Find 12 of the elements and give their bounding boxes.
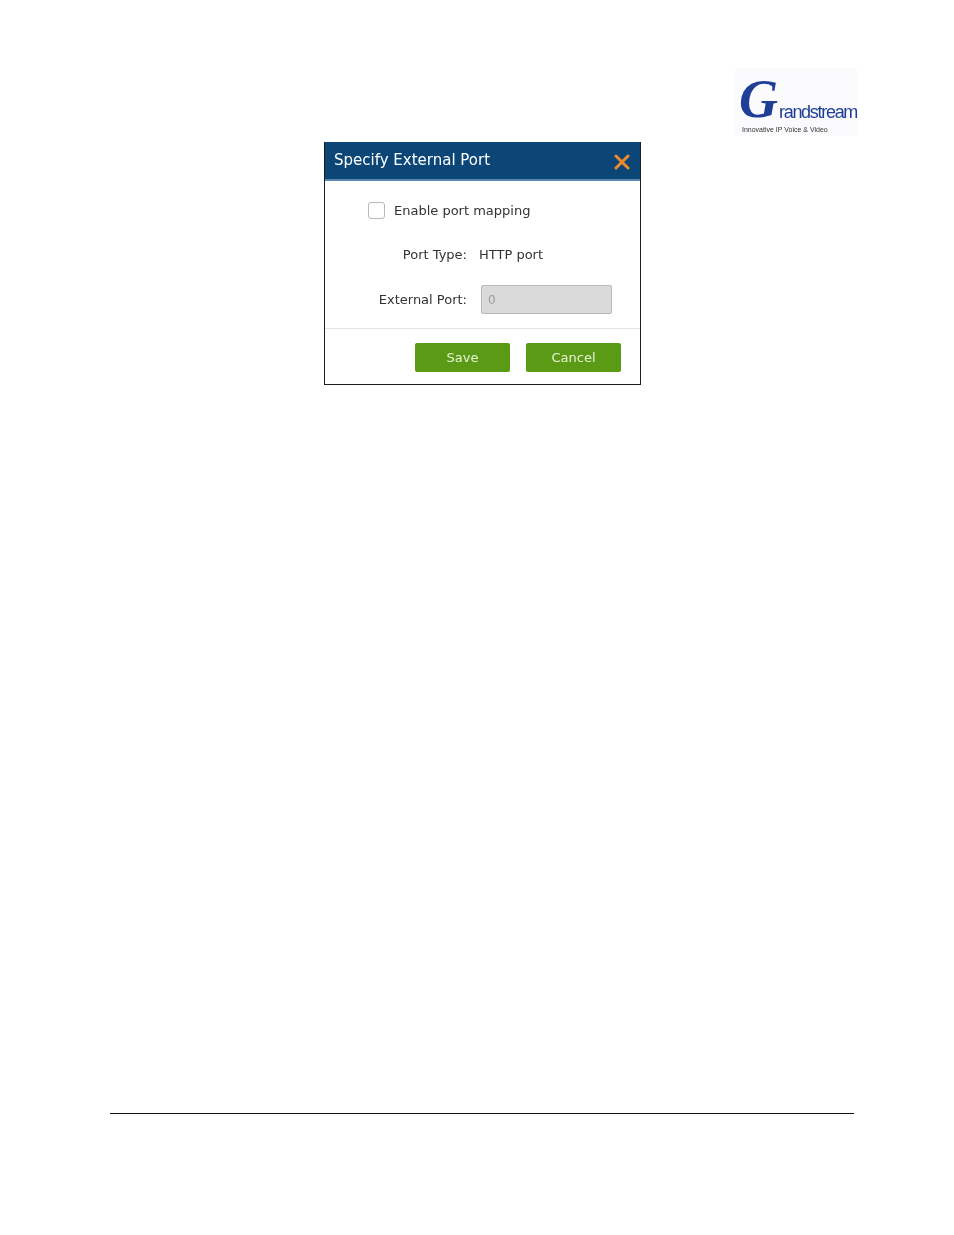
dialog-title: Specify External Port [334, 150, 491, 169]
checkbox-label: Enable port mapping [394, 202, 531, 218]
logo-initial: G [739, 72, 778, 126]
field-value: HTTP port [479, 246, 545, 262]
checkbox[interactable] [368, 201, 385, 219]
field-label: Port Type: [401, 246, 467, 262]
save-button[interactable]: Save [415, 343, 510, 372]
cancel-button[interactable]: Cancel [526, 343, 621, 372]
close-icon [614, 153, 630, 170]
close-button[interactable] [614, 153, 630, 170]
field-label: External Port: [377, 292, 467, 307]
logo-wordmark: randstream [779, 102, 858, 122]
